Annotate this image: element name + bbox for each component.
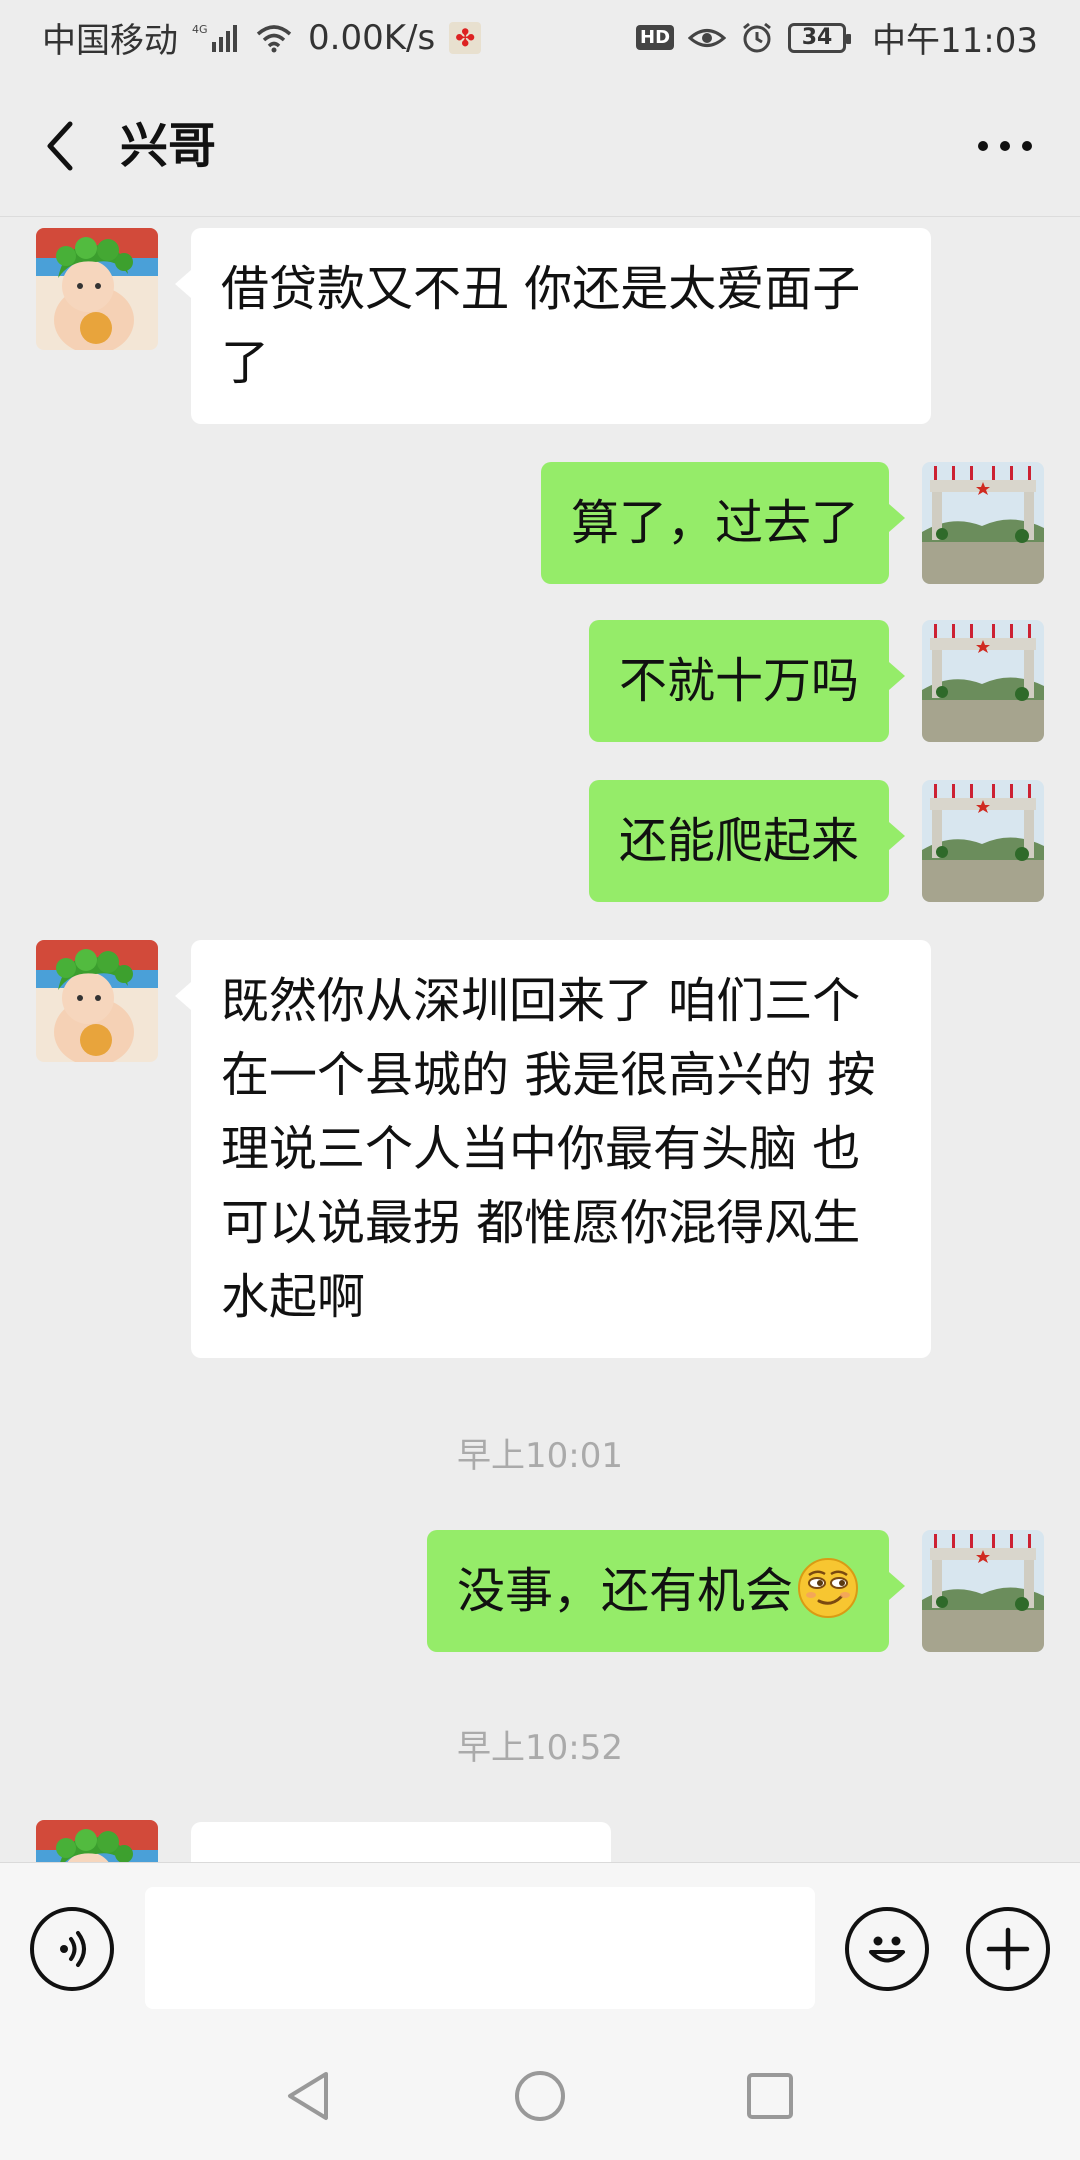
nav-back-button[interactable] — [270, 2058, 346, 2134]
network-speed: 0.00K/s — [308, 17, 436, 58]
self-avatar[interactable] — [922, 780, 1044, 902]
incoming-message-bubble[interactable] — [191, 1822, 611, 1863]
circle-home-icon — [515, 2071, 565, 2121]
contact-avatar[interactable] — [36, 228, 158, 350]
incoming-message-bubble[interactable]: 既然你从深圳回来了 咱们三个在一个县城的 我是很高兴的 按理说三个人当中你最有头… — [175, 940, 931, 1358]
battery-level: 34 — [801, 25, 833, 50]
wifi-icon — [254, 22, 294, 54]
more-functions-button[interactable] — [966, 1907, 1050, 1991]
alarm-icon — [740, 21, 774, 55]
voice-button[interactable] — [30, 1907, 114, 1991]
emoji-button[interactable] — [845, 1907, 929, 1991]
outgoing-message-bubble[interactable]: 没事，还有机会 — [426, 1530, 906, 1652]
network-type-label: 4G — [192, 23, 208, 36]
carrier-label: 中国移动 — [42, 21, 178, 61]
message-timestamp: 早上10:01 — [457, 1436, 623, 1476]
status-bar-left: 中国移动 4G 0.00K/s ✤ — [42, 13, 482, 62]
message-input[interactable] — [145, 1887, 815, 2009]
outgoing-message-bubble[interactable]: 算了，过去了 — [540, 462, 906, 584]
triangle-back-icon — [288, 2072, 328, 2120]
chat-header: 兴哥 — [0, 75, 1080, 217]
incoming-message-bubble[interactable]: 借贷款又不丑 你还是太爱面子了 — [175, 228, 931, 424]
square-recents-icon — [747, 2073, 793, 2119]
self-avatar[interactable] — [922, 462, 1044, 584]
back-button[interactable] — [30, 111, 90, 181]
contact-avatar[interactable] — [36, 1820, 158, 1863]
more-dots-icon — [978, 141, 1032, 151]
self-avatar[interactable] — [922, 620, 1044, 742]
contact-avatar[interactable] — [36, 940, 158, 1062]
message-text: 没事，还有机会 — [456, 1563, 793, 1619]
chat-title: 兴哥 — [120, 118, 217, 174]
plus-icon — [986, 1927, 1030, 1971]
smirk-emoji-icon — [797, 1557, 859, 1619]
message-list[interactable]: 借贷款又不丑 你还是太爱面子了 算了，过去了 不就十万吗 还能爬起来 既然你从深… — [0, 218, 1080, 1863]
hd-voice-icon: HD — [636, 25, 675, 50]
nav-home-button[interactable] — [502, 2058, 578, 2134]
system-nav-bar — [0, 2032, 1080, 2160]
message-timestamp: 早上10:52 — [457, 1728, 623, 1768]
eye-comfort-icon — [688, 23, 727, 53]
nav-recents-button[interactable] — [732, 2058, 808, 2134]
voice-icon — [60, 1931, 86, 1967]
chevron-left-icon — [47, 121, 73, 171]
notification-app-icon: ✤ — [449, 21, 482, 54]
signal-icon: 4G — [192, 22, 240, 54]
outgoing-message-bubble[interactable]: 还能爬起来 — [588, 780, 906, 902]
emoji-face-icon — [869, 1936, 905, 1963]
outgoing-message-bubble[interactable]: 不就十万吗 — [588, 620, 906, 742]
status-bar: 中国移动 4G 0.00K/s ✤ HD 34 中午11:03 — [0, 0, 1080, 75]
status-bar-right: HD 34 中午11:03 — [636, 13, 1038, 62]
input-bar — [0, 1862, 1080, 2032]
clock: 中午11:03 — [872, 21, 1038, 61]
battery-icon: 34 — [788, 22, 852, 53]
self-avatar[interactable] — [922, 1530, 1044, 1652]
more-options-button[interactable] — [970, 111, 1040, 181]
